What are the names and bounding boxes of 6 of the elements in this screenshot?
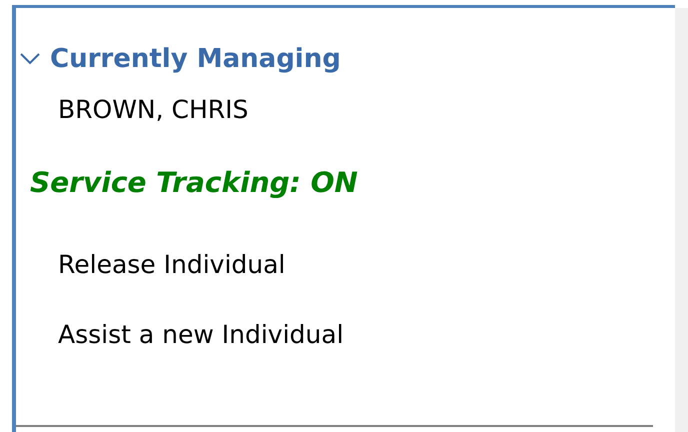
- section-title: Currently Managing: [50, 46, 341, 72]
- action-link[interactable]: Release Individual: [58, 252, 286, 277]
- service-tracking-status: Service Tracking: ON: [30, 169, 358, 197]
- chevron-down-icon[interactable]: [20, 53, 40, 65]
- person-name: BROWN, CHRIS: [58, 97, 248, 122]
- action-link[interactable]: Assist a new Individual: [58, 322, 344, 347]
